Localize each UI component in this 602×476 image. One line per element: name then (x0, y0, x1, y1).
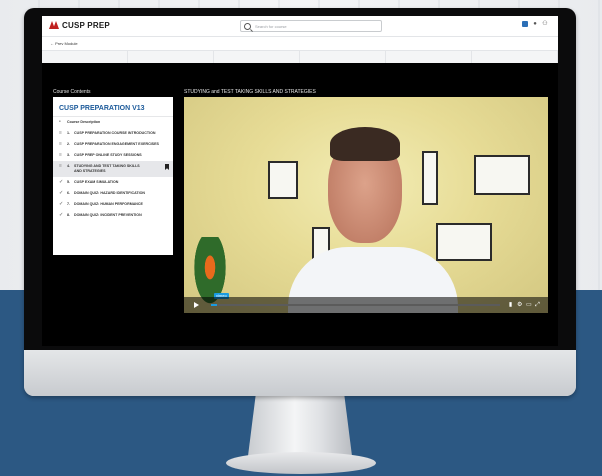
fullscreen-icon[interactable]: ⤢ (535, 302, 540, 308)
sidebar-item-num: 1. (67, 131, 70, 135)
sidebar-item-label: DOMAIN QUIZ: INCIDENT PREVENTION (74, 213, 142, 217)
tab[interactable] (128, 51, 214, 63)
wall-certificate (422, 151, 438, 205)
check-icon: ✓ (59, 190, 64, 196)
monitor-screen: CUSP PREP Search for course ● ⚇ ← Prev M… (24, 8, 576, 350)
dot-icon: • (59, 119, 61, 125)
progress-bar[interactable] (211, 304, 500, 306)
tab[interactable] (386, 51, 472, 63)
progress-fill (211, 304, 217, 306)
sidebar-item-num: 3. (67, 153, 70, 157)
sidebar-item-label: CUSP EXAM SIMULATION (74, 180, 119, 184)
list-icon: ≡ (59, 141, 62, 147)
sidebar-item-7[interactable]: ✓ 7. DOMAIN QUIZ: HUMAN PERFORMANCE (53, 199, 173, 210)
sidebar-item-2[interactable]: ≡ 2. CUSP PREPARATION ENGAGEMENT EXERCIS… (53, 139, 173, 150)
sidebar-item-num: 8. (67, 213, 70, 217)
wall-certificate (436, 223, 492, 261)
tab-strip (42, 50, 558, 63)
list-icon: ≡ (59, 130, 62, 136)
sidebar-item-6[interactable]: ✓ 6. DOMAIN QUIZ: HAZARD IDENTIFICATION (53, 188, 173, 199)
presenter-hair (330, 127, 400, 161)
wall-certificate (474, 155, 530, 195)
list-icon: ≡ (59, 152, 62, 158)
course-sidebar: CUSP PREPARATION V13 • Course Descriptio… (53, 97, 173, 255)
search-icon (244, 22, 251, 30)
users-icon[interactable]: ⚇ (542, 21, 548, 27)
breadcrumb: ← Prev Module (42, 36, 558, 51)
tab[interactable] (42, 51, 128, 63)
pip-icon[interactable]: ▭ (526, 302, 532, 308)
video-player[interactable]: vimeo ▮ ⚙ ▭ ⤢ (184, 97, 548, 313)
nav-row: CUSP PREP Search for course ● ⚇ (42, 16, 558, 34)
sidebar-item-label: STUDYING AND TEST TAKING SKILLS AND STRA… (74, 164, 140, 173)
sidebar-item-num: 5. (67, 180, 70, 184)
sidebar-item-4-active[interactable]: ≡ 4. STUDYING AND TEST TAKING SKILLS AND… (53, 161, 173, 177)
search-input[interactable]: Search for course (240, 20, 382, 32)
player-icons: ▮ ⚙ ▭ ⤢ (508, 302, 540, 308)
sidebar-item-label: CUSP PREPARATION ENGAGEMENT EXERCISES (74, 142, 159, 146)
sidebar-item-1[interactable]: ≡ 1. CUSP PREPARATION COURSE INTRODUCTIO… (53, 128, 173, 139)
check-icon: ✓ (59, 179, 64, 185)
sidebar-item-num: 6. (67, 191, 70, 195)
check-icon: ✓ (59, 201, 64, 207)
sidebar-item-course-description[interactable]: • Course Description (53, 117, 173, 128)
app-window: CUSP PREP Search for course ● ⚇ ← Prev M… (42, 16, 558, 346)
sidebar-item-5[interactable]: ✓ 5. CUSP EXAM SIMULATION (53, 177, 173, 188)
play-icon[interactable] (194, 302, 199, 308)
volume-icon[interactable]: ▮ (508, 302, 513, 308)
sidebar-item-label: Course Description (67, 120, 101, 124)
sidebar-title: CUSP PREPARATION V13 (59, 105, 145, 112)
monitor-chin (24, 350, 576, 396)
brand-name: CUSP PREP (62, 20, 110, 30)
mountain-logo-icon (49, 21, 59, 29)
sidebar-item-num: 4. (67, 164, 70, 168)
header-icons: ● ⚇ (522, 21, 548, 27)
sidebar-item-label: DOMAIN QUIZ: HUMAN PERFORMANCE (74, 202, 143, 206)
monitor: CUSP PREP Search for course ● ⚇ ← Prev M… (24, 8, 576, 396)
notebook-icon[interactable] (522, 21, 528, 27)
sidebar-item-3[interactable]: ≡ 3. CUSP PREP ONLINE STUDY SESSIONS (53, 150, 173, 161)
tab[interactable] (300, 51, 386, 63)
monitor-stand (248, 390, 352, 456)
top-bar: CUSP PREP Search for course ● ⚇ ← Prev M… (42, 16, 558, 63)
lesson-title: STUDYING and TEST TAKING SKILLS AND STRA… (184, 89, 316, 95)
tab[interactable] (472, 51, 558, 63)
wall-certificate (268, 161, 298, 199)
course-contents-label: Course Contents (53, 89, 91, 95)
settings-icon[interactable]: ⚙ (517, 302, 522, 308)
user-icon[interactable]: ● (532, 21, 538, 27)
list-icon: ≡ (59, 163, 62, 169)
monitor-foot (226, 452, 376, 474)
prev-module-link[interactable]: ← Prev Module (50, 41, 78, 46)
tab[interactable] (214, 51, 300, 63)
video-controls: ▮ ⚙ ▭ ⤢ (184, 297, 548, 313)
sidebar-item-num: 2. (67, 142, 70, 146)
check-icon: ✓ (59, 212, 64, 218)
bookmark-icon[interactable] (165, 164, 169, 170)
sidebar-item-8[interactable]: ✓ 8. DOMAIN QUIZ: INCIDENT PREVENTION (53, 210, 173, 221)
sidebar-item-num: 7. (67, 202, 70, 206)
sidebar-item-label: CUSP PREPARATION COURSE INTRODUCTION (74, 131, 156, 135)
sidebar-item-label: DOMAIN QUIZ: HAZARD IDENTIFICATION (74, 191, 146, 195)
search-placeholder: Search for course (255, 23, 287, 29)
brand-logo[interactable]: CUSP PREP (49, 21, 110, 30)
sidebar-item-label: CUSP PREP ONLINE STUDY SESSIONS (74, 153, 142, 157)
